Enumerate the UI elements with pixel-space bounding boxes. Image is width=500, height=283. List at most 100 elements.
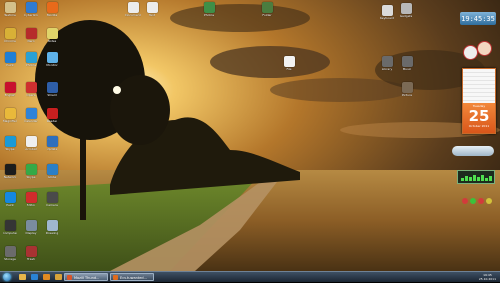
desktop-icon-label: Shield bbox=[47, 94, 57, 97]
desktop-icon-i36[interactable]: Display bbox=[22, 220, 40, 235]
opera-icon bbox=[25, 82, 37, 93]
internet-explorer-icon bbox=[30, 274, 38, 280]
taskbar-window-button[interactable]: Ecv.tuwanted... bbox=[110, 273, 154, 281]
desktop-icon-label: Calendar bbox=[24, 120, 38, 123]
weather-gadget[interactable] bbox=[452, 146, 494, 156]
desktop-icon-i04[interactable]: Document bbox=[124, 2, 142, 17]
desktop-icon-i22[interactable]: Picture bbox=[398, 82, 416, 97]
explorer-pin[interactable] bbox=[17, 273, 27, 281]
media-pin[interactable] bbox=[41, 273, 51, 281]
taskbar-window-label: Ecv.tuwanted... bbox=[120, 276, 147, 280]
desktop-icon-label: Chrome bbox=[4, 40, 16, 43]
tray-date: 25.10.2011 bbox=[478, 277, 496, 281]
status-light-icon bbox=[470, 198, 476, 204]
desktop-icon-i30[interactable]: Skype bbox=[22, 164, 40, 179]
file-icon bbox=[283, 56, 295, 67]
meter-bar bbox=[485, 178, 488, 181]
desktop-icon-label: Computer bbox=[2, 232, 18, 235]
globe-icon bbox=[46, 164, 58, 175]
desktop-icon-i11[interactable]: Nero bbox=[22, 28, 40, 43]
picture-icon bbox=[401, 82, 413, 93]
magnifier-icon bbox=[4, 108, 16, 119]
desktop-icon-label: Music bbox=[402, 68, 412, 71]
status-light-icon bbox=[462, 198, 468, 204]
desktop-icon-i15[interactable]: Monitor bbox=[43, 52, 61, 67]
desktop-icon-i08[interactable]: Keyboard bbox=[378, 5, 396, 20]
desktop-icon-i38[interactable]: Storage bbox=[1, 246, 19, 261]
calendar-icon bbox=[25, 108, 37, 119]
desktop-icon-i03[interactable]: Mozilla bbox=[43, 2, 61, 17]
desktop-icon-i31[interactable]: Globe bbox=[43, 164, 61, 179]
desktop-icon-label: Opera bbox=[26, 94, 36, 97]
desktop-icon-i09[interactable]: Gadgets bbox=[397, 3, 415, 18]
meter-bar bbox=[477, 177, 480, 181]
desktop-icon-label: Document bbox=[125, 14, 141, 17]
desktop-icon-i35[interactable]: Computer bbox=[1, 220, 19, 235]
desktop-icon-label: Trash bbox=[27, 258, 35, 261]
desktop-icon-i01[interactable]: Teatime bbox=[1, 2, 19, 17]
text-icon bbox=[146, 2, 158, 13]
status-light-icon bbox=[486, 198, 492, 204]
desktop-icon-i29[interactable]: Network bbox=[1, 164, 19, 179]
ie-pin[interactable] bbox=[29, 273, 39, 281]
desktop-icon-i17[interactable]: Library bbox=[378, 56, 396, 71]
desktop-icon-i06[interactable]: Photos bbox=[200, 2, 218, 17]
desktop-icon-i18[interactable]: Music bbox=[398, 56, 416, 71]
desktop-icon-i27[interactable]: Acrobat bbox=[22, 136, 40, 151]
desktop-icon-label: Globe bbox=[47, 176, 57, 179]
desktop-icon-i16[interactable]: File bbox=[280, 56, 298, 71]
editor-icon bbox=[25, 192, 37, 203]
desktop-icon-i21[interactable]: Shield bbox=[43, 82, 61, 97]
desktop-icon-i02[interactable]: Cyberlink bbox=[22, 2, 40, 17]
desktop-icon-i33[interactable]: Editor bbox=[22, 192, 40, 207]
meter-bar bbox=[469, 177, 472, 181]
desktop-icon-label: Network bbox=[3, 176, 17, 179]
trash-icon bbox=[25, 246, 37, 257]
desktop-icon-i19[interactable]: English bbox=[1, 82, 19, 97]
system-tray-clock[interactable]: 19:45 25.10.2011 bbox=[479, 272, 496, 283]
desktop-icon-i13[interactable]: Paint bbox=[1, 52, 19, 67]
desktop-icon-i12[interactable]: Notes bbox=[43, 28, 61, 43]
shield-icon bbox=[46, 82, 58, 93]
folder-icon bbox=[54, 274, 62, 280]
desktop-icon-i26[interactable]: Skype bbox=[1, 136, 19, 151]
desktop-icon-i14[interactable]: Photos bbox=[22, 52, 40, 67]
desktop-icon-i23[interactable]: Magnifier bbox=[1, 108, 19, 123]
meter-bar bbox=[481, 175, 484, 181]
status-lights-gadget[interactable] bbox=[460, 196, 494, 206]
photos-icon bbox=[203, 2, 215, 13]
calendar-month-grid bbox=[463, 69, 495, 103]
paint-icon bbox=[4, 192, 16, 203]
meter-bar bbox=[465, 176, 468, 181]
desktop-icon-label: Notes bbox=[47, 40, 57, 43]
desktop-icon-i25[interactable]: Reader bbox=[43, 108, 61, 123]
folder-pin[interactable] bbox=[53, 273, 63, 281]
display-icon bbox=[25, 220, 37, 231]
clock-gadget[interactable]: 19:45:35 bbox=[460, 12, 496, 25]
desktop-icon-i39[interactable]: Trash bbox=[22, 246, 40, 261]
desktop-icon-label: Update bbox=[46, 148, 58, 151]
taskbar-window-button[interactable]: Mozill Thund... bbox=[64, 273, 108, 281]
contacts-gadget[interactable] bbox=[461, 40, 495, 60]
desktop-icon-label: Library bbox=[381, 68, 393, 71]
desktop-icon-label: Gadgets bbox=[399, 15, 413, 18]
desktop-icon-i34[interactable]: Camera bbox=[43, 192, 61, 207]
desktop-icon-label: Paint bbox=[6, 204, 14, 207]
calendar-gadget[interactable]: Tuesday 25 October 2011 bbox=[462, 68, 496, 134]
desktop-icon-i24[interactable]: Calendar bbox=[22, 108, 40, 123]
meter-bar bbox=[473, 175, 476, 181]
desktop-icon-i32[interactable]: Paint bbox=[1, 192, 19, 207]
status-light-icon bbox=[478, 198, 484, 204]
desktop-icon-label: Editor bbox=[26, 204, 36, 207]
desktop-icon-i20[interactable]: Opera bbox=[22, 82, 40, 97]
desktop-icon-i37[interactable]: Drawing bbox=[43, 220, 61, 235]
desktop-icon-i28[interactable]: Update bbox=[43, 136, 61, 151]
desktop-icon-label: Storage bbox=[4, 258, 16, 261]
desktop-icon-i05[interactable]: Text bbox=[143, 2, 161, 17]
desktop-icon-label: Keyboard bbox=[379, 17, 395, 20]
desktop-icon-label: Paint bbox=[6, 64, 14, 67]
desktop-icon-i07[interactable]: Folder bbox=[258, 2, 276, 17]
cpu-meter-gadget[interactable] bbox=[457, 170, 495, 184]
desktop-icon-i10[interactable]: Chrome bbox=[1, 28, 19, 43]
calendar-month-year: October 2011 bbox=[468, 124, 490, 128]
